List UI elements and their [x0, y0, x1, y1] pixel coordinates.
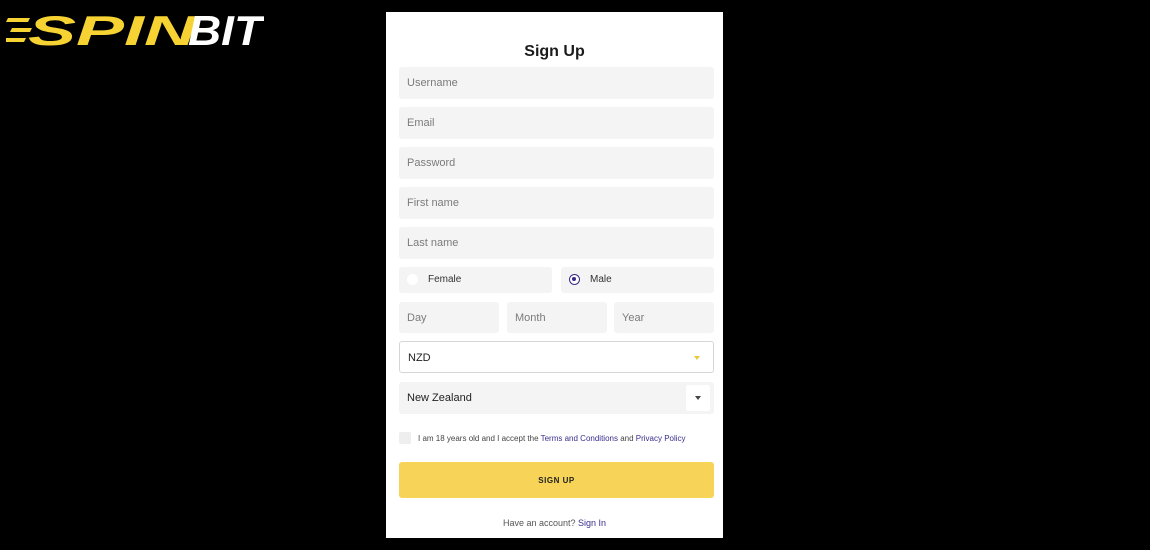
radio-checked-icon[interactable]	[569, 274, 580, 285]
currency-select[interactable]: NZD	[399, 341, 714, 373]
terms-and: and	[617, 434, 636, 443]
gender-female-label: Female	[428, 274, 462, 285]
terms-prefix: I am 18 years old and I accept the	[418, 434, 541, 443]
radio-unchecked-icon[interactable]	[407, 274, 418, 285]
page-title: Sign Up	[524, 43, 585, 60]
privacy-link[interactable]: Privacy Policy	[636, 434, 686, 443]
logo-graphic: SPIN BIT	[6, 8, 264, 50]
terms-link[interactable]: Terms and Conditions	[541, 434, 618, 443]
speed-line-1	[6, 18, 30, 22]
speed-line-3	[6, 38, 26, 42]
dob-month-input[interactable]	[507, 302, 607, 333]
last-name-input[interactable]	[399, 227, 714, 259]
first-name-input[interactable]	[399, 187, 714, 219]
signin-row: Have an account? Sign In	[386, 518, 723, 528]
logo-text-bit: BIT	[188, 8, 264, 50]
country-dropdown-button[interactable]	[686, 385, 710, 411]
currency-value: NZD	[408, 352, 431, 364]
have-account-text: Have an account?	[502, 518, 579, 528]
gender-male-label: Male	[590, 274, 612, 285]
dob-year-input[interactable]	[614, 302, 714, 333]
sign-up-button[interactable]: SIGN UP	[399, 462, 714, 498]
logo-text-spin: SPIN	[28, 8, 199, 50]
gender-male-option[interactable]: Male	[561, 267, 714, 293]
country-value: New Zealand	[407, 392, 472, 404]
email-input[interactable]	[399, 107, 714, 139]
gender-female-option[interactable]: Female	[399, 267, 552, 293]
sign-in-link[interactable]: Sign In	[578, 518, 606, 528]
caret-down-icon	[695, 396, 701, 400]
username-input[interactable]	[399, 67, 714, 99]
signup-card: Sign Up Female Male NZD New Zealand I am…	[386, 12, 723, 538]
age-terms-checkbox[interactable]	[399, 432, 411, 444]
dob-day-input[interactable]	[399, 302, 499, 333]
spinbit-logo[interactable]: SPIN BIT	[6, 8, 264, 50]
password-input[interactable]	[399, 147, 714, 179]
country-select[interactable]: New Zealand	[399, 382, 714, 414]
chevron-down-icon	[694, 356, 700, 360]
terms-row: I am 18 years old and I accept the Terms…	[399, 432, 719, 446]
terms-text: I am 18 years old and I accept the Terms…	[418, 434, 686, 443]
